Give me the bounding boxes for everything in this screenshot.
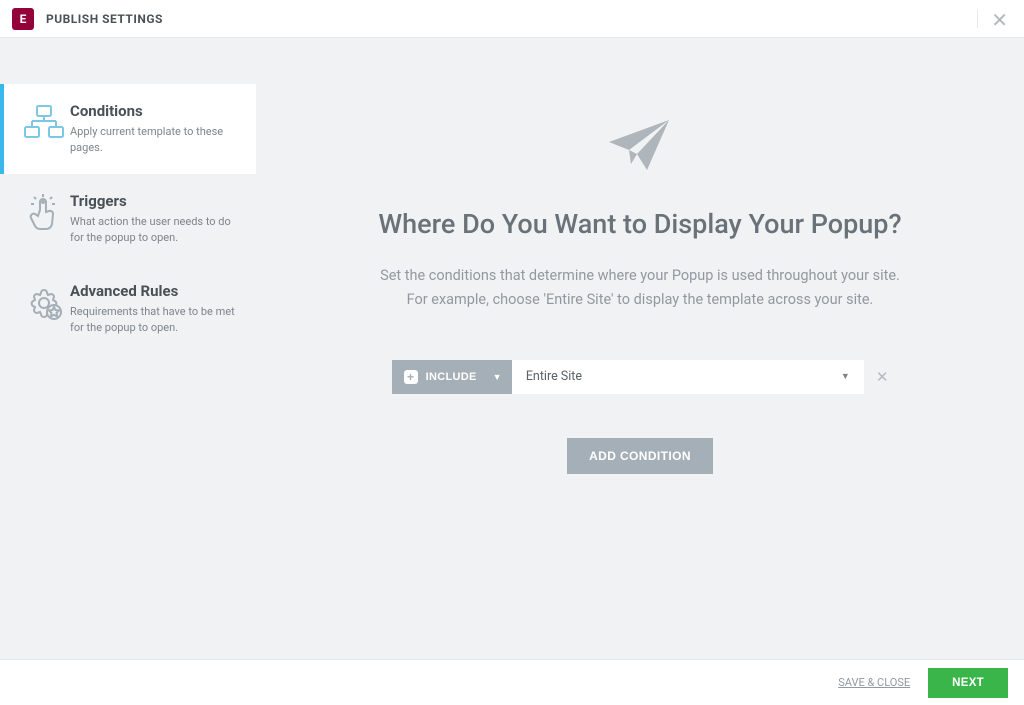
condition-target-dropdown[interactable]: Entire Site ▼: [512, 360, 864, 394]
remove-condition-button[interactable]: ✕: [876, 368, 889, 386]
condition-row: + INCLUDE ▼ Entire Site ▼ ✕: [392, 360, 889, 394]
dialog-title: PUBLISH SETTINGS: [46, 12, 163, 26]
sidebar-item-desc: Apply current template to these pages.: [70, 124, 240, 156]
sidebar-item-text: Conditions Apply current template to the…: [70, 102, 240, 156]
sidebar-item-title: Triggers: [70, 192, 240, 210]
close-icon: ✕: [991, 8, 1008, 32]
triggers-icon: [18, 192, 70, 246]
main-subtitle-line1: Set the conditions that determine where …: [380, 264, 900, 288]
logo-letter: E: [20, 12, 27, 26]
add-condition-button[interactable]: ADD CONDITION: [567, 438, 713, 474]
main-panel: Where Do You Want to Display Your Popup?…: [256, 38, 1024, 659]
sidebar-item-desc: Requirements that have to be met for the…: [70, 304, 240, 336]
caret-down-icon: ▼: [841, 371, 850, 382]
save-and-close-link[interactable]: SAVE & CLOSE: [838, 676, 910, 689]
dialog-body: Conditions Apply current template to the…: [0, 38, 1024, 659]
main-subtitle-line2: For example, choose 'Entire Site' to dis…: [380, 288, 900, 312]
dialog-header: E PUBLISH SETTINGS ✕: [0, 0, 1024, 38]
sidebar-item-text: Triggers What action the user needs to d…: [70, 192, 240, 246]
sidebar: Conditions Apply current template to the…: [0, 38, 256, 659]
sidebar-item-title: Conditions: [70, 102, 240, 120]
close-button[interactable]: ✕: [985, 8, 1014, 32]
plus-icon: +: [404, 370, 418, 384]
sidebar-item-title: Advanced Rules: [70, 282, 240, 300]
sidebar-item-advanced-rules[interactable]: Advanced Rules Requirements that have to…: [0, 264, 256, 354]
conditions-icon: [18, 102, 70, 156]
caret-down-icon: ▼: [493, 372, 502, 382]
advanced-rules-icon: [18, 282, 70, 336]
sidebar-item-conditions[interactable]: Conditions Apply current template to the…: [0, 84, 256, 174]
paper-plane-icon: [607, 118, 673, 178]
include-mode-label: INCLUDE: [426, 371, 477, 383]
main-subtitle: Set the conditions that determine where …: [380, 264, 900, 312]
dialog-footer: SAVE & CLOSE NEXT: [0, 659, 1024, 705]
include-mode-dropdown[interactable]: + INCLUDE ▼: [392, 360, 512, 394]
sidebar-item-desc: What action the user needs to do for the…: [70, 214, 240, 246]
sidebar-item-triggers[interactable]: Triggers What action the user needs to d…: [0, 174, 256, 264]
main-heading: Where Do You Want to Display Your Popup?: [378, 208, 901, 240]
sidebar-item-text: Advanced Rules Requirements that have to…: [70, 282, 240, 336]
condition-target-label: Entire Site: [526, 369, 582, 384]
close-icon: ✕: [876, 368, 889, 386]
elementor-logo: E: [12, 8, 34, 30]
next-button[interactable]: NEXT: [928, 668, 1008, 698]
